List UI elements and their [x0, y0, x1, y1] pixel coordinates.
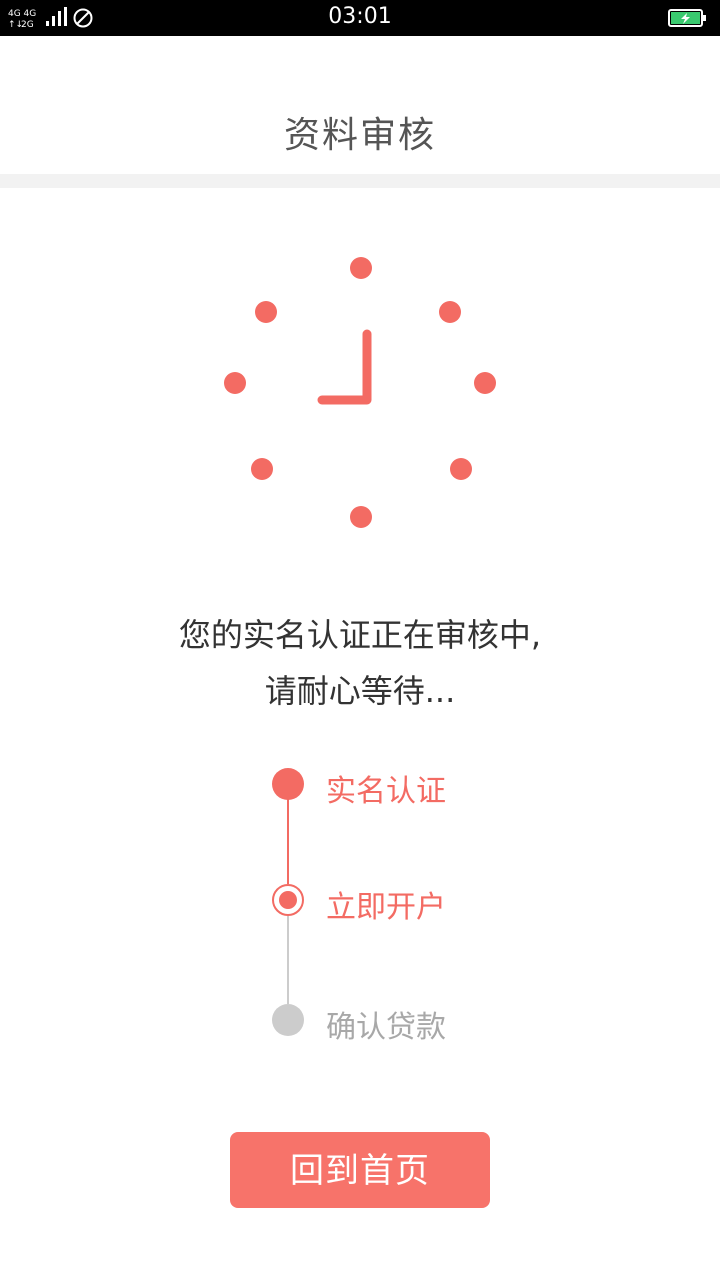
- clock-hands: [317, 329, 372, 405]
- clock-dot: [224, 372, 246, 394]
- step-label-verification: 实名认证: [326, 774, 446, 809]
- steps-timeline: [272, 768, 304, 1036]
- clock-dot: [255, 301, 277, 323]
- clock-dot: [474, 372, 496, 394]
- page-title: 资料审核: [283, 115, 436, 156]
- progress-steps: 实名认证 立即开户 确认贷款: [260, 760, 520, 1050]
- status-time: 03:01: [328, 4, 392, 29]
- step-current-dot: [279, 891, 297, 909]
- clock-dot: [439, 301, 461, 323]
- review-message-line2: 请耐心等待...: [264, 672, 456, 710]
- status-bar: 4G 4G ↑↓ 2G 03:01: [0, 0, 720, 36]
- review-message-line1: 您的实名认证正在审核中,: [178, 616, 542, 654]
- step-label-confirm-loan: 确认贷款: [326, 1010, 446, 1045]
- clock-icon: [224, 257, 496, 528]
- clock-dot: [350, 506, 372, 528]
- header-divider: [0, 174, 720, 188]
- back-to-home-button[interactable]: 回到首页: [230, 1132, 490, 1208]
- step-label-open-account: 立即开户: [326, 890, 446, 925]
- clock-dot: [251, 458, 273, 480]
- header: 资料审核: [0, 36, 720, 174]
- clock-dot: [450, 458, 472, 480]
- clock-dot: [350, 257, 372, 279]
- battery-charging-icon: [668, 9, 706, 27]
- step-completed-dot: [272, 768, 304, 800]
- step-pending-dot: [272, 1004, 304, 1036]
